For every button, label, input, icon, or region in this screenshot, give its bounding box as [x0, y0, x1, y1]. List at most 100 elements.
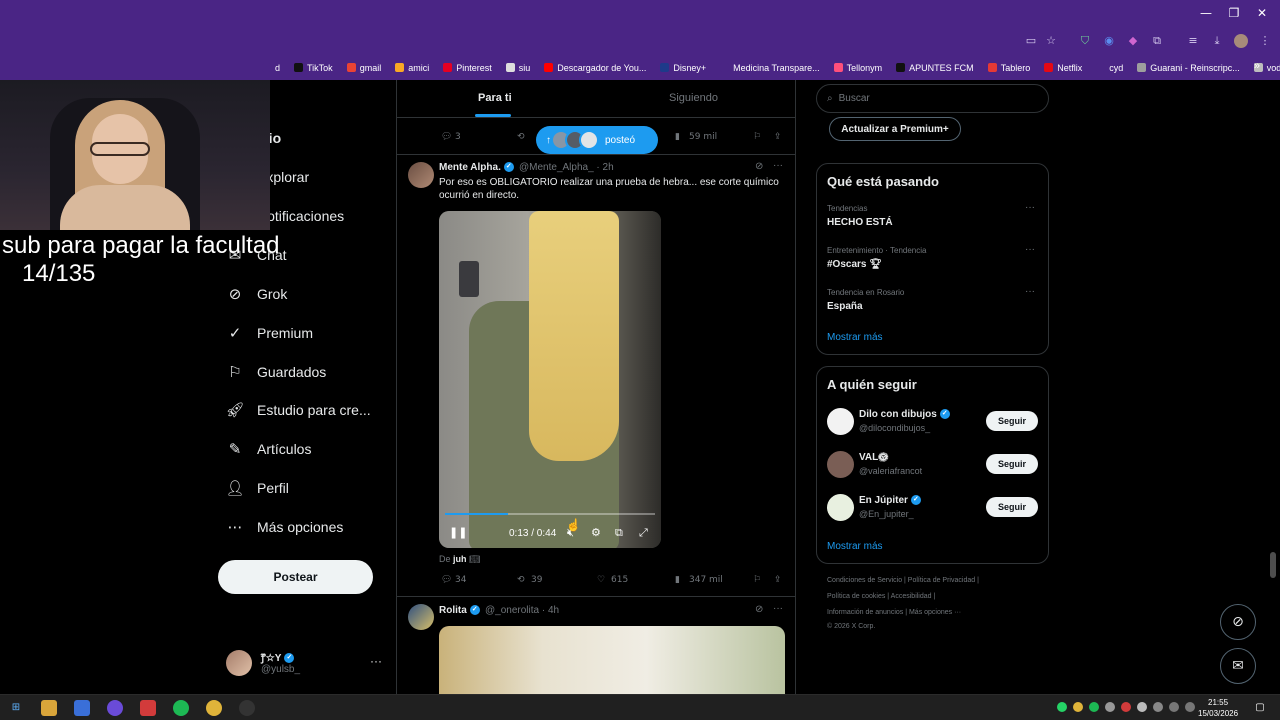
close-icon[interactable]: ✕ [1252, 6, 1272, 22]
windows-start-icon[interactable]: ⊞ [8, 700, 24, 716]
mic-icon[interactable] [1153, 702, 1163, 712]
like-icon[interactable]: ♡ [597, 575, 605, 585]
restore-icon[interactable]: ❐ [1224, 6, 1244, 22]
chrome-icon[interactable] [206, 700, 222, 716]
bookmark-item[interactable]: Guarani - Reinscripc... [1137, 63, 1240, 73]
nav-item-verified[interactable]: ✓ Premium [226, 318, 313, 348]
bookmark-item[interactable]: APUNTES FCM [896, 63, 974, 73]
who-name[interactable]: En Júpiter ✓ [859, 495, 924, 506]
search-input[interactable]: ⌕ Buscar [816, 84, 1049, 113]
who-name[interactable]: Dilo con dibujos ✓ [859, 409, 953, 420]
minimize-icon[interactable]: — [1196, 6, 1216, 22]
fullscreen-icon[interactable]: ⤢ [639, 526, 648, 540]
more-icon[interactable]: ··· [773, 603, 783, 614]
pause-icon[interactable]: ❚❚ [449, 526, 467, 539]
repost-icon[interactable]: ⟲ [517, 575, 525, 585]
trend-name[interactable]: #Oscars 🏆︎ [827, 259, 882, 270]
tray-icon[interactable] [1121, 702, 1131, 712]
footer-links[interactable]: Información de anuncios | Más opciones ·… [827, 609, 961, 616]
shield-icon[interactable]: ⛉ [1078, 34, 1092, 48]
app-icon[interactable] [140, 700, 156, 716]
bookmark-item[interactable]: Netflix [1044, 63, 1082, 73]
bookmark-item[interactable]: TikTok [294, 63, 333, 73]
who-show-more[interactable]: Mostrar más [827, 541, 883, 552]
post-button[interactable]: Postear [218, 560, 373, 594]
whatsapp-icon[interactable] [1057, 702, 1067, 712]
more-icon[interactable]: ··· [1025, 286, 1035, 297]
tweet-author-handle[interactable]: @Mente_Alpha_ · 2h [519, 162, 614, 173]
footer-links[interactable]: Política de cookies | Accesibilidad | [827, 593, 935, 600]
reply-icon[interactable]: 💬︎ [441, 575, 452, 585]
bookmark-item[interactable]: d [262, 63, 280, 73]
tray-icon[interactable] [1137, 702, 1147, 712]
nav-item-grok[interactable]: ⊘ Grok [226, 279, 288, 309]
bookmark-item[interactable]: amici [395, 63, 429, 73]
trends-show-more[interactable]: Mostrar más [827, 332, 883, 343]
tray-icon[interactable] [1105, 702, 1115, 712]
follow-button[interactable]: Seguir [986, 497, 1038, 517]
account-switcher[interactable]: ꝭ̃☆Y ✓ @yulsb_ ··· [226, 648, 386, 682]
settings-icon[interactable]: ⚙ [591, 526, 601, 539]
follow-button[interactable]: Seguir [986, 411, 1038, 431]
avatar[interactable] [827, 451, 854, 478]
spotify-icon[interactable] [1089, 702, 1099, 712]
network-icon[interactable] [1169, 702, 1179, 712]
tab-for-you[interactable]: Para ti [478, 92, 512, 104]
bookmark-item[interactable]: Pinterest [443, 63, 492, 73]
more-icon[interactable]: ··· [1025, 202, 1035, 213]
grok-fab-icon[interactable]: ⊘ [1220, 604, 1256, 640]
spotify-icon[interactable] [173, 700, 189, 716]
system-clock[interactable]: 21:55 15/03/2026 [1198, 697, 1238, 719]
nav-item-person[interactable]: 👤︎ Perfil [225, 473, 288, 503]
bookmark-item[interactable]: Disney+ [660, 63, 706, 73]
notification-center-icon[interactable]: ▢ [1252, 700, 1268, 716]
video-progress-bar[interactable] [445, 513, 655, 515]
extension-icon[interactable]: ◉ [1102, 34, 1116, 48]
profile-avatar[interactable] [1234, 34, 1248, 48]
pip-icon[interactable]: ⧉ [615, 526, 623, 540]
tweet-author-name[interactable]: Rolita ✓ [439, 605, 483, 616]
grok-icon[interactable]: ⊘ [755, 604, 763, 615]
upgrade-premium-button[interactable]: Actualizar a Premium+ [829, 117, 961, 141]
download-icon[interactable]: ⤓ [1210, 34, 1224, 48]
bookmark-item[interactable]: gmail [346, 63, 381, 73]
tweet-video[interactable]: ❚❚ 0:13 / 0:44 🔇︎ ⚙ ⧉ ⤢ ☝ [439, 211, 661, 548]
footer-links[interactable]: Condiciones de Servicio | Política de Pr… [827, 577, 979, 584]
bookmark-item[interactable]: Tellonym [833, 63, 882, 73]
share-icon[interactable]: ⇪ [774, 575, 782, 585]
nav-item-rocket[interactable]: 🚀︎ Estudio para cre... [225, 395, 370, 425]
bookmark-item[interactable]: siu [505, 63, 530, 73]
more-icon[interactable]: ··· [1025, 244, 1035, 255]
who-name[interactable]: VAL🌞︎ [859, 452, 888, 463]
bookmark-item[interactable]: Medicina Transpare... [720, 63, 820, 73]
repost-icon[interactable]: ⟲ [517, 132, 525, 142]
grok-icon[interactable]: ⊘ [755, 161, 763, 172]
follow-button[interactable]: Seguir [986, 454, 1038, 474]
volume-icon[interactable] [1185, 702, 1195, 712]
nav-item-more-circle[interactable]: ⋯ Más opciones [226, 512, 344, 542]
scrollbar[interactable] [1270, 552, 1276, 578]
trend-name[interactable]: HECHO ESTÁ [827, 217, 893, 228]
views-icon[interactable]: ▮ [675, 132, 680, 142]
tweet-author-avatar[interactable] [408, 162, 434, 188]
tab-following[interactable]: Siguiendo [669, 92, 718, 104]
new-posts-pill[interactable]: ↑ posteó [536, 126, 658, 154]
menu-icon[interactable]: ⋮ [1258, 34, 1272, 48]
share-icon[interactable]: ⇪ [774, 132, 782, 142]
nav-item-bookmark[interactable]: ⚐ Guardados [226, 357, 326, 387]
bookmark-item[interactable]: Descargador de You... [544, 63, 646, 73]
tweet-author-name[interactable]: Mente Alpha. ✓ [439, 162, 517, 173]
tweet-author-avatar[interactable] [408, 604, 434, 630]
views-icon[interactable]: ▮ [675, 575, 680, 585]
bookmark-item[interactable]: Tablero [987, 63, 1030, 73]
bookmark-icon[interactable]: ⚐ [753, 575, 761, 585]
reply-icon[interactable]: 💬︎ [441, 132, 452, 142]
avatar[interactable] [827, 494, 854, 521]
puzzle-icon[interactable]: ⧉ [1150, 34, 1164, 48]
star-icon[interactable]: ☆ [1044, 34, 1058, 48]
bookmarks-more-icon[interactable]: » [1254, 60, 1260, 72]
bookmark-item[interactable]: cyd [1096, 63, 1123, 73]
bookmark-icon[interactable]: ⚐ [753, 132, 761, 142]
more-icon[interactable]: ··· [773, 160, 783, 171]
file-explorer-icon[interactable] [41, 700, 57, 716]
